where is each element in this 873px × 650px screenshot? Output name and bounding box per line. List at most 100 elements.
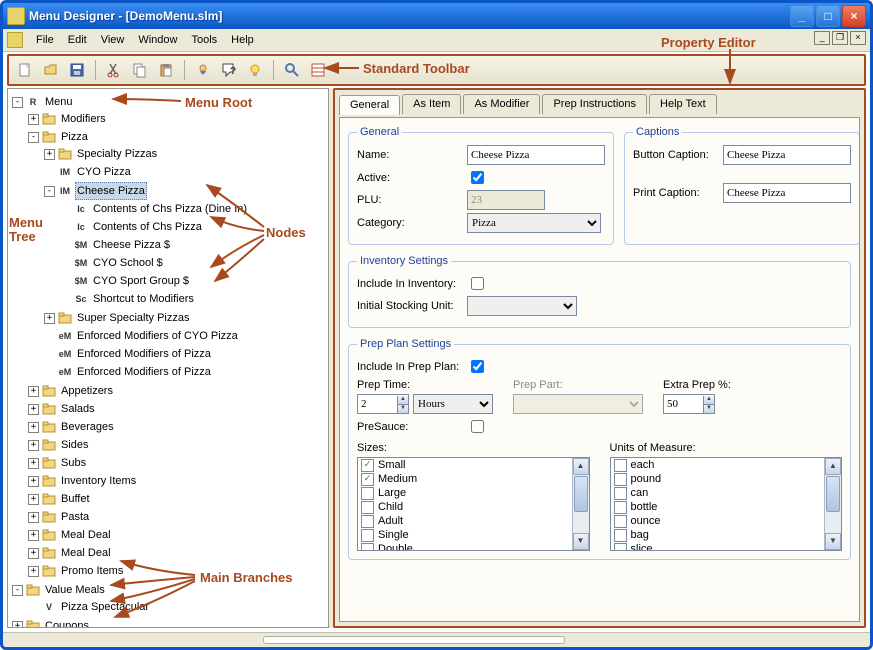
maximize-button[interactable]: □ xyxy=(816,5,840,27)
tree-node[interactable]: Cheese Pizza $ xyxy=(91,237,172,253)
wizard-button[interactable] xyxy=(191,59,215,81)
tree-node[interactable]: Meal Deal xyxy=(59,545,113,561)
close-button[interactable]: × xyxy=(842,5,866,27)
spin-down-icon[interactable]: ▼ xyxy=(397,404,408,413)
expand-toggle[interactable]: + xyxy=(44,149,55,160)
list-checkbox[interactable]: ✓ xyxy=(361,473,374,486)
mdi-restore-button[interactable]: ❐ xyxy=(832,31,848,45)
tree-node[interactable]: Value Meals xyxy=(43,582,107,598)
mdi-minimize-button[interactable]: _ xyxy=(814,31,830,45)
expand-toggle[interactable]: + xyxy=(28,494,39,505)
save-button[interactable] xyxy=(65,59,89,81)
isu-select[interactable] xyxy=(467,296,577,316)
list-item[interactable]: bag xyxy=(611,528,825,542)
scroll-thumb[interactable] xyxy=(574,476,588,512)
list-item[interactable]: Single xyxy=(358,528,572,542)
list-checkbox[interactable]: ✓ xyxy=(361,459,374,472)
preptime-unit-select[interactable]: Hours xyxy=(413,394,493,414)
expand-toggle[interactable]: - xyxy=(28,132,39,143)
tree-node[interactable]: Sides xyxy=(59,437,91,453)
list-item[interactable]: each xyxy=(611,458,825,472)
tree-node[interactable]: Pizza xyxy=(59,129,90,145)
tree-node[interactable]: Menu xyxy=(43,94,75,110)
scrollbar[interactable]: ▲ ▼ xyxy=(572,458,589,550)
menu-file[interactable]: File xyxy=(29,32,61,48)
expand-toggle[interactable]: + xyxy=(28,566,39,577)
scroll-up-icon[interactable]: ▲ xyxy=(825,458,841,475)
active-checkbox[interactable] xyxy=(471,171,484,184)
tree-node[interactable]: Subs xyxy=(59,455,88,471)
tree-node[interactable]: Appetizers xyxy=(59,383,115,399)
tree-node[interactable]: Salads xyxy=(59,401,97,417)
preptime-spinner[interactable]: ▲▼ xyxy=(357,394,409,414)
list-checkbox[interactable] xyxy=(614,515,627,528)
expand-toggle[interactable]: + xyxy=(28,422,39,433)
tree-node[interactable]: Pasta xyxy=(59,509,91,525)
tree-node[interactable]: Super Specialty Pizzas xyxy=(75,310,192,326)
expand-toggle[interactable]: - xyxy=(12,97,23,108)
paste-button[interactable] xyxy=(154,59,178,81)
scroll-thumb[interactable] xyxy=(826,476,840,512)
list-item[interactable]: can xyxy=(611,486,825,500)
tree-node[interactable]: Contents of Chs Pizza xyxy=(91,219,204,235)
tree-node[interactable]: Promo Items xyxy=(59,563,125,579)
scroll-up-icon[interactable]: ▲ xyxy=(573,458,589,475)
list-checkbox[interactable] xyxy=(361,529,374,542)
tree-node[interactable]: CYO Sport Group $ xyxy=(91,273,191,289)
list-item[interactable]: ✓Medium xyxy=(358,472,572,486)
expand-toggle[interactable]: + xyxy=(44,313,55,324)
extraprep-value[interactable] xyxy=(664,395,703,413)
tree-node[interactable]: Buffet xyxy=(59,491,92,507)
list-item[interactable]: Double xyxy=(358,542,572,550)
expand-toggle[interactable]: - xyxy=(12,585,23,596)
list-item[interactable]: pound xyxy=(611,472,825,486)
expand-toggle[interactable]: + xyxy=(12,621,23,629)
expand-toggle[interactable]: + xyxy=(28,458,39,469)
tree-node[interactable]: Enforced Modifiers of CYO Pizza xyxy=(75,328,240,344)
expand-toggle[interactable]: + xyxy=(28,386,39,397)
name-input[interactable] xyxy=(467,145,605,165)
minimize-button[interactable]: _ xyxy=(790,5,814,27)
idea-button[interactable] xyxy=(243,59,267,81)
expand-toggle[interactable]: + xyxy=(28,548,39,559)
sizes-listbox[interactable]: ✓Small✓MediumLargeChildAdultSingleDouble… xyxy=(357,457,590,551)
tree-node[interactable]: Pizza Spectacular xyxy=(59,599,151,615)
spin-down-icon[interactable]: ▼ xyxy=(703,404,714,413)
menu-tools[interactable]: Tools xyxy=(184,32,224,48)
list-item[interactable]: slice xyxy=(611,542,825,550)
list-checkbox[interactable] xyxy=(361,543,374,551)
include-prep-checkbox[interactable] xyxy=(471,360,484,373)
tab-as-modifier[interactable]: As Modifier xyxy=(463,94,540,114)
whats-this-button[interactable]: ? xyxy=(217,59,241,81)
list-checkbox[interactable] xyxy=(361,515,374,528)
extraprep-spinner[interactable]: ▲▼ xyxy=(663,394,715,414)
list-item[interactable]: ✓Small xyxy=(358,458,572,472)
tree-node[interactable]: Coupons xyxy=(43,618,91,628)
zoom-button[interactable] xyxy=(280,59,304,81)
tree-node[interactable]: Modifiers xyxy=(59,111,108,127)
props-button[interactable] xyxy=(306,59,330,81)
tree-node[interactable]: CYO School $ xyxy=(91,255,165,271)
tab-as-item[interactable]: As Item xyxy=(402,94,461,114)
tree-node[interactable]: Cheese Pizza xyxy=(75,182,147,200)
tree-node[interactable]: Shortcut to Modifiers xyxy=(91,291,196,307)
menu-window[interactable]: Window xyxy=(131,32,184,48)
spin-up-icon[interactable]: ▲ xyxy=(397,396,408,404)
tab-general[interactable]: General xyxy=(339,95,400,115)
tree-node[interactable]: Enforced Modifiers of Pizza xyxy=(75,346,213,362)
expand-toggle[interactable]: + xyxy=(28,530,39,541)
cut-button[interactable] xyxy=(102,59,126,81)
list-checkbox[interactable] xyxy=(614,473,627,486)
list-item[interactable]: Child xyxy=(358,500,572,514)
category-select[interactable]: Pizza xyxy=(467,213,601,233)
presauce-checkbox[interactable] xyxy=(471,420,484,433)
list-checkbox[interactable] xyxy=(614,529,627,542)
expand-toggle[interactable]: + xyxy=(28,512,39,523)
list-checkbox[interactable] xyxy=(361,487,374,500)
new-button[interactable] xyxy=(13,59,37,81)
mdi-close-button[interactable]: × xyxy=(850,31,866,45)
print-caption-input[interactable] xyxy=(723,183,851,203)
list-checkbox[interactable] xyxy=(361,501,374,514)
tree-node[interactable]: Meal Deal xyxy=(59,527,113,543)
list-item[interactable]: bottle xyxy=(611,500,825,514)
